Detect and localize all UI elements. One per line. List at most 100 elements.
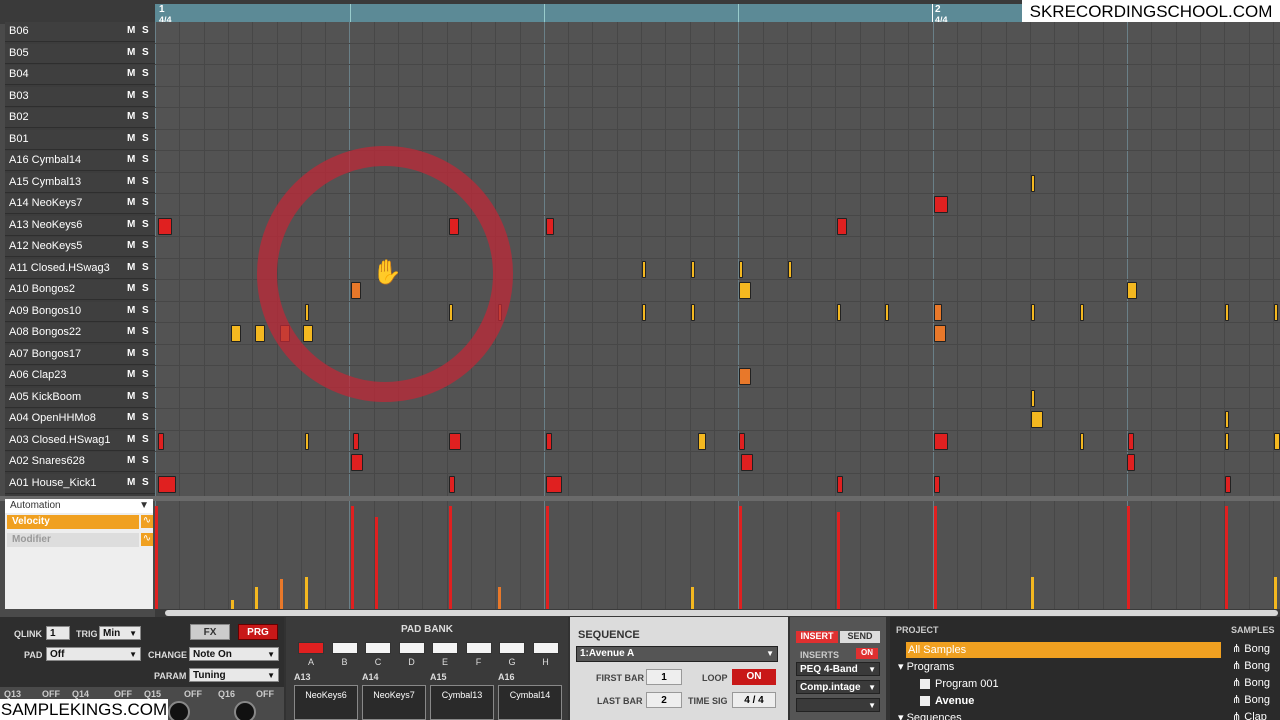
velocity-bar[interactable] — [498, 587, 501, 609]
mute-button[interactable]: M — [127, 434, 135, 445]
track-row[interactable]: A03 Closed.HSwag1 M S — [5, 430, 155, 451]
pad-bank-g-button[interactable] — [499, 642, 525, 654]
programs-folder[interactable]: ▾ Programs — [898, 659, 954, 675]
mute-button[interactable]: M — [127, 154, 135, 165]
note-event[interactable] — [934, 475, 940, 493]
mute-button[interactable]: M — [127, 176, 135, 187]
note-event[interactable] — [1080, 432, 1084, 450]
mute-button[interactable]: M — [127, 305, 135, 316]
note-event[interactable] — [741, 454, 753, 471]
note-event[interactable] — [837, 217, 847, 235]
sequence-select[interactable]: 1:Avenue A ▼ — [576, 646, 778, 662]
pad-select[interactable]: Off ▼ — [46, 647, 141, 661]
note-event[interactable] — [449, 475, 455, 493]
pad-bank-b-button[interactable] — [331, 642, 358, 654]
pad-slot[interactable]: A15 Cymbal13 — [430, 672, 494, 720]
velocity-bar[interactable] — [934, 506, 937, 609]
pad-bank-d-button[interactable] — [398, 642, 425, 654]
mute-button[interactable]: M — [127, 348, 135, 359]
note-event[interactable] — [1031, 174, 1035, 192]
sample-item[interactable]: ⋔ Bong — [1232, 642, 1270, 655]
qlink-knob[interactable] — [234, 701, 256, 720]
time-sig-field[interactable]: 4 / 4 — [732, 692, 776, 708]
pad-slot[interactable]: A16 Cymbal14 — [498, 672, 562, 720]
note-event[interactable] — [642, 303, 646, 321]
note-event[interactable] — [837, 475, 843, 493]
wave-icon[interactable]: ∿ — [141, 515, 153, 528]
velocity-bar[interactable] — [351, 506, 354, 609]
send-tab[interactable]: SEND — [840, 631, 880, 643]
mute-button[interactable]: M — [127, 326, 135, 337]
note-event[interactable] — [158, 475, 176, 493]
track-row[interactable]: A06 Clap23 M S — [5, 366, 155, 386]
program-item[interactable]: Avenue — [920, 693, 974, 709]
solo-button[interactable]: S — [142, 219, 149, 230]
note-event[interactable] — [698, 432, 706, 450]
velocity-bar[interactable] — [546, 506, 549, 609]
velocity-bar[interactable] — [231, 600, 234, 609]
note-event[interactable] — [934, 325, 946, 342]
pad-bank-f-button[interactable] — [465, 642, 492, 654]
track-row[interactable]: A11 Closed.HSwag3 M S — [5, 258, 155, 279]
note-event[interactable] — [885, 303, 889, 321]
solo-button[interactable]: S — [142, 176, 149, 187]
param-select[interactable]: Tuning ▼ — [189, 668, 279, 682]
mute-button[interactable]: M — [127, 111, 135, 122]
note-event[interactable] — [449, 432, 461, 450]
track-row[interactable]: A12 NeoKeys5 M S — [5, 237, 155, 257]
note-event[interactable] — [1031, 411, 1043, 428]
horizontal-scrollbar[interactable] — [155, 609, 1280, 617]
solo-button[interactable]: S — [142, 305, 149, 316]
note-event[interactable] — [158, 217, 172, 235]
note-event[interactable] — [934, 303, 942, 321]
note-event[interactable] — [546, 432, 552, 450]
velocity-bar[interactable] — [739, 506, 742, 609]
track-row[interactable]: B02 M S — [5, 108, 155, 128]
mute-button[interactable]: M — [127, 133, 135, 144]
track-row[interactable]: A14 NeoKeys7 M S — [5, 194, 155, 214]
solo-button[interactable]: S — [142, 434, 149, 445]
solo-button[interactable]: S — [142, 133, 149, 144]
track-row[interactable]: A01 House_Kick1 M S — [5, 473, 155, 494]
solo-button[interactable]: S — [142, 369, 149, 380]
insert-slot-2[interactable]: Comp.intage ▼ — [796, 680, 880, 694]
velocity-bar[interactable] — [449, 506, 452, 609]
mute-button[interactable]: M — [127, 197, 135, 208]
note-event[interactable] — [1225, 475, 1231, 493]
sequences-folder[interactable]: ▾ Sequences — [898, 710, 962, 720]
solo-button[interactable]: S — [142, 283, 149, 294]
note-event[interactable] — [1127, 282, 1137, 299]
note-event[interactable] — [353, 432, 359, 450]
solo-button[interactable]: S — [142, 262, 149, 273]
pad-slot[interactable]: A14 NeoKeys7 — [362, 672, 426, 720]
velocity-graph[interactable] — [155, 501, 1280, 609]
velocity-bar[interactable] — [1031, 576, 1034, 609]
insert-slot-3[interactable]: ▼ — [796, 698, 880, 712]
track-row[interactable]: A09 Bongos10 M S — [5, 301, 155, 322]
note-event[interactable] — [934, 432, 948, 450]
pad-bank-a-button[interactable] — [298, 642, 324, 654]
note-event[interactable] — [739, 432, 745, 450]
track-row[interactable]: B05 M S — [5, 43, 155, 64]
velocity-lane[interactable]: Velocity — [7, 515, 139, 529]
sample-item[interactable]: ⋔ Bong — [1232, 659, 1270, 672]
mute-button[interactable]: M — [127, 369, 135, 380]
note-event[interactable] — [739, 260, 743, 278]
track-row[interactable]: B03 M S — [5, 86, 155, 107]
note-event[interactable] — [837, 303, 841, 321]
solo-button[interactable]: S — [142, 412, 149, 423]
all-samples-item[interactable]: All Samples — [906, 642, 1221, 658]
pad-bank-e-button[interactable] — [432, 642, 458, 654]
note-event[interactable] — [546, 475, 562, 493]
loop-toggle[interactable]: ON — [732, 669, 776, 685]
note-event[interactable] — [1274, 303, 1278, 321]
mute-button[interactable]: M — [127, 240, 135, 251]
sample-item[interactable]: ⋔ Clap — [1232, 710, 1267, 720]
velocity-bar[interactable] — [155, 506, 158, 609]
solo-button[interactable]: S — [142, 90, 149, 101]
qlink-field[interactable]: 1 — [46, 626, 70, 640]
velocity-bar[interactable] — [1225, 506, 1228, 609]
solo-button[interactable]: S — [142, 455, 149, 466]
note-event[interactable] — [546, 217, 554, 235]
sample-item[interactable]: ⋔ Bong — [1232, 676, 1270, 689]
